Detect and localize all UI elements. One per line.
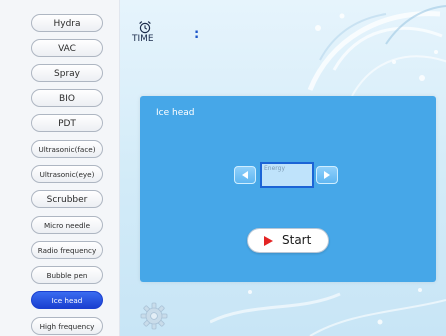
energy-field[interactable]: Energy [260, 162, 314, 188]
menu-item-radio-frequency[interactable]: Radio frequency [31, 241, 103, 259]
menu-item-bubble-pen[interactable]: Bubble pen [31, 266, 103, 284]
menu-item-hydra[interactable]: Hydra [31, 14, 103, 32]
menu-item-scrubber[interactable]: Scrubber [31, 190, 103, 208]
menu-item-vac[interactable]: VAC [31, 39, 103, 57]
menu-item-ultrasonic-eye[interactable]: Ultrasonic(eye) [31, 165, 103, 183]
gear-icon[interactable] [140, 302, 168, 330]
water-droplets-decoration [210, 288, 446, 336]
arrow-right-icon [324, 171, 330, 179]
panel-title: Ice head [156, 108, 195, 118]
menu-item-ice-head[interactable]: Ice head [31, 291, 103, 309]
time-separator: : [194, 27, 200, 42]
time-label: TIME [132, 34, 154, 44]
time-display: TIME [132, 20, 172, 54]
start-label: Start [282, 233, 312, 247]
menu-item-spray[interactable]: Spray [31, 64, 103, 82]
menu-item-ultrasonic-face[interactable]: Ultrasonic(face) [31, 140, 103, 158]
water-splash-decoration [307, 5, 446, 97]
alarm-clock-icon [139, 21, 151, 34]
ice-head-panel: Ice head Energy Start [140, 96, 436, 282]
menu-item-bio[interactable]: BIO [31, 89, 103, 107]
energy-label: Energy [264, 165, 286, 172]
main-area: TIME : Ice head Energy Start [120, 0, 446, 336]
start-button[interactable]: Start [247, 228, 329, 253]
play-icon [264, 236, 273, 246]
menu-item-pdt[interactable]: PDT [31, 114, 103, 132]
energy-decrease-button[interactable] [234, 166, 256, 184]
energy-increase-button[interactable] [316, 166, 338, 184]
arrow-left-icon [242, 171, 248, 179]
treatment-menu: Hydra VAC Spray BIO PDT Ultrasonic(face)… [0, 0, 120, 336]
menu-item-high-frequency[interactable]: High frequency [31, 317, 103, 335]
energy-input[interactable] [264, 174, 310, 186]
menu-item-micro-needle[interactable]: Micro needle [31, 216, 103, 234]
app-window: Hydra VAC Spray BIO PDT Ultrasonic(face)… [0, 0, 446, 336]
